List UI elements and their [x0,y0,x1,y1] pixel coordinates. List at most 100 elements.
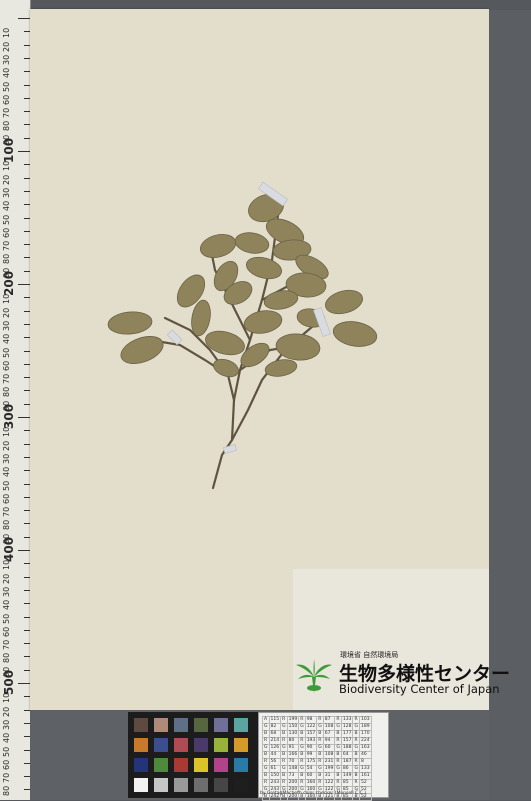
color-swatch [134,738,148,752]
table-row: B 68 B 130 B 157 B 67 B 177 B 170 [262,730,372,738]
table-cell: 54 [304,765,318,773]
color-card-caption: by GretagMacbeth color checker (Munsell … [260,791,366,796]
table-cell: 56 [268,758,282,766]
table-cell: 175 [304,758,318,766]
table-cell: 61 [268,765,282,773]
table-cell: 98 [304,716,318,724]
table-cell: 170 [358,730,372,738]
table-cell: 8 [358,758,372,766]
table-cell: 157 [340,737,354,745]
table-cell: 60 [304,772,318,780]
color-swatch [214,718,228,732]
color-swatch [194,778,208,792]
table-cell: 189 [358,723,372,731]
table-cell: 177 [340,730,354,738]
table-cell: 193 [304,737,318,745]
color-swatch [214,738,228,752]
table-cell: 67 [322,730,336,738]
table-cell: 31 [322,772,336,780]
table-cell: 150 [268,772,282,780]
table-cell: 115 [268,716,282,724]
table-cell: 73 [286,772,300,780]
color-swatch [194,718,208,732]
table-cell: 243 [268,779,282,787]
table-cell: 60 [322,744,336,752]
table-cell: 70 [286,758,300,766]
color-swatch [214,778,228,792]
color-swatch [174,718,188,732]
color-values-card: A 115 R 199 R 98 R 87 R 133 R 103 G 82 G 150 G 122 G 108 G 12… [258,712,389,801]
color-swatch [194,758,208,772]
table-cell: 161 [358,772,372,780]
table-cell: 103 [358,716,372,724]
table-cell: 64 [340,751,354,759]
color-swatch [154,738,168,752]
table-cell: 163 [358,744,372,752]
table-cell: 94 [322,737,336,745]
table-cell: 160 [304,779,318,787]
table-cell: 108 [322,723,336,731]
color-checker-card [128,712,258,798]
table-cell: 148 [286,765,300,773]
color-swatch [234,778,248,792]
table-cell: 231 [322,758,336,766]
color-swatch [214,758,228,772]
table-cell: 166 [286,751,300,759]
color-swatch [134,778,148,792]
table-cell: 85 [340,779,354,787]
color-swatch [234,758,248,772]
color-swatch [174,738,188,752]
color-swatch [234,718,248,732]
table-cell: 150 [286,723,300,731]
table-cell: 214 [268,737,282,745]
table-row: R 243 R 200 R 160 R 122 R 85 R 52 [262,779,372,787]
table-cell: 157 [304,730,318,738]
table-row: G 126 G 91 G 90 G 60 G 188 G 163 [262,744,372,752]
table-row: B 44 B 166 B 99 B 108 B 64 B 46 [262,751,372,759]
color-swatch [174,758,188,772]
color-swatch [194,738,208,752]
table-row: G 61 G 148 G 54 G 199 G 86 G 133 [262,765,372,773]
table-cell: 199 [322,765,336,773]
table-cell: 126 [268,744,282,752]
color-swatch [154,778,168,792]
table-row: R 56 R 70 R 175 R 231 R 187 R 8 [262,758,372,766]
table-cell: 133 [340,716,354,724]
table-cell: 224 [358,737,372,745]
color-swatch [134,718,148,732]
table-cell: 87 [322,716,336,724]
table-cell: 130 [286,730,300,738]
table-cell: 68 [268,730,282,738]
table-cell: 199 [286,716,300,724]
table-cell: 52 [358,779,372,787]
table-row: R 214 R 80 R 193 R 94 R 157 R 224 [262,737,372,745]
table-cell: 108 [322,751,336,759]
table-cell: 128 [340,723,354,731]
table-row: A 115 R 199 R 98 R 87 R 133 R 103 [262,716,372,724]
table-cell: 46 [358,751,372,759]
table-cell: 200 [286,779,300,787]
color-swatch [134,758,148,772]
table-cell: 122 [304,723,318,731]
table-cell: 91 [286,744,300,752]
table-cell: 90 [304,744,318,752]
table-cell: 80 [286,737,300,745]
table-cell: 149 [340,772,354,780]
biodiversity-center-logo-icon [296,659,332,693]
color-swatch [174,778,188,792]
table-cell: 86 [340,765,354,773]
table-cell: 44 [268,751,282,759]
table-cell: 122 [322,779,336,787]
color-values-table: A 115 R 199 R 98 R 87 R 133 R 103 G 82 G 150 G 122 G 108 G 12… [262,716,372,801]
table-cell: 187 [340,758,354,766]
color-swatch [154,758,168,772]
center-name-english: Biodiversity Center of Japan [339,682,500,696]
color-swatch [154,718,168,732]
table-row: B 150 B 73 B 60 B 31 B 149 B 161 [262,772,372,780]
color-swatch [234,738,248,752]
table-cell: 133 [358,765,372,773]
table-row: G 82 G 150 G 122 G 108 G 128 G 189 [262,723,372,731]
table-cell: 99 [304,751,318,759]
table-cell: 82 [268,723,282,731]
table-cell: 188 [340,744,354,752]
